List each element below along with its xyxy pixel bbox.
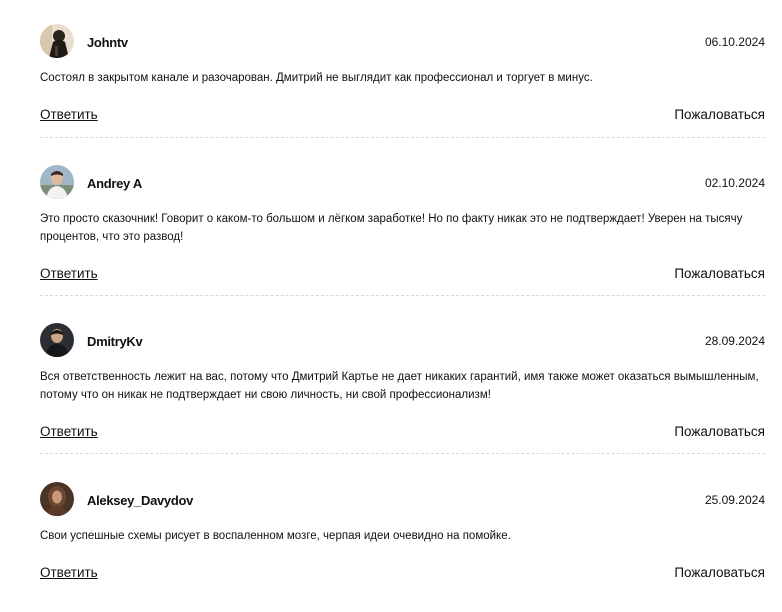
comment-text: Состоял в закрытом канале и разочарован.… <box>40 72 593 84</box>
comment-author: DmitryKv <box>87 334 143 349</box>
reply-link[interactable]: Ответить <box>40 266 98 281</box>
comment-author: Johntv <box>87 35 128 50</box>
comment-divider <box>40 137 765 138</box>
comment-author: Andrey A <box>87 176 142 191</box>
comment-header: Aleksey_Davydov 25.09.2024 <box>40 482 765 518</box>
comment-item: DmitryKv 28.09.2024 Вся ответственность … <box>40 323 765 482</box>
avatar[interactable] <box>40 482 74 516</box>
avatar[interactable] <box>40 24 74 58</box>
comments-list: Johntv 06.10.2024 Состоял в закрытом кан… <box>40 24 765 612</box>
reply-link[interactable]: Ответить <box>40 107 98 122</box>
report-link[interactable]: Пожаловаться <box>674 424 765 439</box>
comment-text: Это просто сказочник! Говорит о каком-то… <box>40 213 743 243</box>
comment-author: Aleksey_Davydov <box>87 493 194 508</box>
comment-item: Johntv 06.10.2024 Состоял в закрытом кан… <box>40 24 765 165</box>
comment-divider <box>40 453 765 454</box>
avatar[interactable] <box>40 165 74 199</box>
comment-header: Andrey A 02.10.2024 <box>40 165 765 201</box>
comment-date: 06.10.2024 <box>704 35 765 49</box>
report-link[interactable]: Пожаловаться <box>674 107 765 122</box>
comment-divider <box>40 295 765 296</box>
comment-item: Aleksey_Davydov 25.09.2024 Свои успешные… <box>40 482 765 612</box>
comment-text: Свои успешные схемы рисует в воспаленном… <box>40 530 511 542</box>
avatar[interactable] <box>40 323 74 357</box>
comment-header: DmitryKv 28.09.2024 <box>40 323 765 359</box>
comment-text: Вся ответственность лежит на вас, потому… <box>40 371 759 401</box>
comment-header: Johntv 06.10.2024 <box>40 24 765 60</box>
comment-date: 02.10.2024 <box>704 176 765 190</box>
comment-date: 28.09.2024 <box>704 334 765 348</box>
comment-item: Andrey A 02.10.2024 Это просто сказочник… <box>40 165 765 323</box>
report-link[interactable]: Пожаловаться <box>674 266 765 281</box>
reply-link[interactable]: Ответить <box>40 424 98 439</box>
comment-date: 25.09.2024 <box>704 493 765 507</box>
report-link[interactable]: Пожаловаться <box>674 565 765 580</box>
reply-link[interactable]: Ответить <box>40 565 98 580</box>
